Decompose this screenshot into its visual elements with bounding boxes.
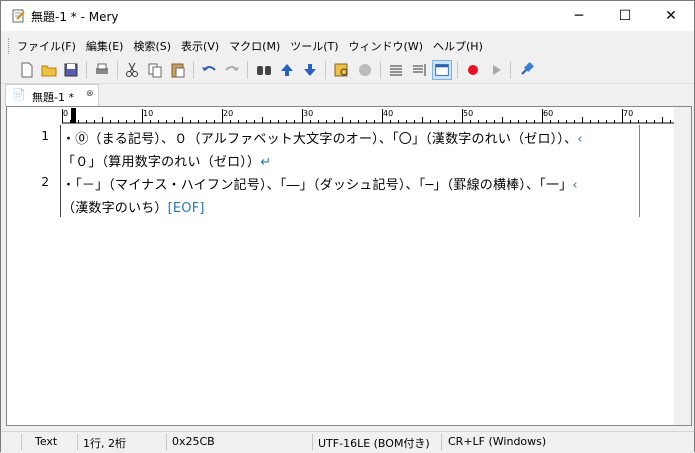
notepad-icon <box>12 9 25 23</box>
editor[interactable]: 0 10 20 30 40 50 60 70 1 2 ・⓪（まる記号）、０（アル… <box>6 106 692 426</box>
pin-icon[interactable] <box>516 60 536 80</box>
minimize-button[interactable]: ─ <box>556 1 602 31</box>
toolbar-separator <box>86 61 87 79</box>
newline-mark: ↵ <box>260 155 272 170</box>
menu-item[interactable]: 表示(V) <box>181 38 219 54</box>
status-separator <box>312 434 313 450</box>
print-icon[interactable] <box>92 60 112 80</box>
undo-icon[interactable] <box>199 60 219 80</box>
new-file-icon[interactable] <box>17 60 37 80</box>
toolbar-separator <box>325 61 326 79</box>
status-bar: Text 1行, 2桁 0x25CB UTF-16LE (BOM付き) CR+L… <box>1 431 694 453</box>
line-number: 2 <box>41 175 49 189</box>
status-separator <box>166 434 167 450</box>
toolbar-separator <box>117 61 118 79</box>
status-position[interactable]: 1行, 2桁 <box>83 435 126 451</box>
disabled-circle-icon[interactable] <box>355 60 375 80</box>
menu-item[interactable]: ファイル(F) <box>17 38 76 54</box>
toolbar-separator <box>510 61 511 79</box>
close-button[interactable]: ✕ <box>648 1 694 31</box>
find-up-icon[interactable] <box>277 60 297 80</box>
window-title: 無題-1 * - Mery <box>31 10 119 24</box>
menu-items: ファイル(F) 編集(E) 検索(S) 表示(V) マクロ(M) ツール(T) ウィンドウ(… <box>17 38 493 54</box>
title-bar: 無題-1 * - Mery ─ ☐ ✕ <box>1 1 694 31</box>
wrap-mark: ‹ <box>572 178 578 193</box>
wrap-guide <box>639 125 640 217</box>
ruler-label: 50 <box>463 109 474 118</box>
status-separator <box>21 434 22 450</box>
toolbar-separator <box>457 61 458 79</box>
toolbar-separator <box>380 61 381 79</box>
toolbar-separator <box>247 61 248 79</box>
save-icon[interactable] <box>61 60 81 80</box>
tab-bar: 📄 無題-1 * ⊗ <box>1 84 694 106</box>
ruler-label: 70 <box>623 109 634 118</box>
status-encoding[interactable]: UTF-16LE (BOM付き) <box>318 435 430 451</box>
text-line[interactable]: 「０」（算用数字のれい（ゼロ））↵ <box>62 151 271 170</box>
tab-close-icon[interactable]: ⊗ <box>86 89 94 99</box>
record-icon[interactable] <box>463 60 483 80</box>
toolbar <box>1 57 694 84</box>
status-separator <box>77 434 78 450</box>
text-line[interactable]: ・「－」（マイナス・ハイフン記号）、「―」（ダッシュ記号）、「─」（罫線の横棒）… <box>62 174 578 193</box>
menu-item[interactable]: 編集(E) <box>86 38 124 54</box>
ruler: 0 10 20 30 40 50 60 70 <box>62 108 677 124</box>
gutter-divider <box>60 125 61 217</box>
cut-icon[interactable] <box>122 60 142 80</box>
text-line[interactable]: ・⓪（まる記号）、０（アルファベット大文字のオー）、「〇」（漢数字のれい（ゼロ）… <box>62 128 583 147</box>
status-separator <box>441 434 442 450</box>
app-window: 無題-1 * - Mery ─ ☐ ✕ ファイル(F) 編集(E) 検索(S) 表示(… <box>0 0 695 453</box>
copy-icon[interactable] <box>145 60 165 80</box>
toolbar-separator <box>193 61 194 79</box>
ruler-label: 0 <box>63 109 69 118</box>
status-mode[interactable]: Text <box>35 435 57 448</box>
ruler-label: 30 <box>303 109 314 118</box>
window-icon[interactable] <box>432 60 452 80</box>
maximize-button[interactable]: ☐ <box>602 1 648 31</box>
tab-label: 無題-1 * <box>32 91 74 104</box>
list-icon[interactable] <box>386 60 406 80</box>
menu-item[interactable]: 検索(S) <box>133 38 171 54</box>
find-icon[interactable] <box>254 60 274 80</box>
ruler-label: 40 <box>383 109 394 118</box>
find-down-icon[interactable] <box>300 60 320 80</box>
ruler-label: 20 <box>223 109 234 118</box>
paste-icon[interactable] <box>168 60 188 80</box>
menu-item[interactable]: ヘルプ(H) <box>433 38 483 54</box>
redo-icon[interactable] <box>222 60 242 80</box>
play-icon[interactable] <box>486 60 506 80</box>
wrap-mark: ‹ <box>577 132 583 147</box>
text-line[interactable]: （漢数字のいち）[EOF] <box>62 197 205 216</box>
vertical-scrollbar[interactable] <box>674 107 691 425</box>
ruler-label: 10 <box>143 109 154 118</box>
menu-item[interactable]: ウィンドウ(W) <box>349 38 423 54</box>
document-icon: 📄 <box>12 88 26 101</box>
menu-item[interactable]: マクロ(M) <box>229 38 280 54</box>
ruler-label: 60 <box>543 109 554 118</box>
mark-icon[interactable] <box>332 60 352 80</box>
ruler-ticks <box>62 108 677 124</box>
menu-bar: ファイル(F) 編集(E) 検索(S) 表示(V) マクロ(M) ツール(T) ウィンドウ(… <box>1 34 694 56</box>
eof-mark: [EOF] <box>167 201 205 216</box>
open-folder-icon[interactable] <box>39 60 59 80</box>
tab-untitled-1[interactable]: 📄 無題-1 * ⊗ <box>5 84 99 106</box>
wrap-icon[interactable] <box>409 60 429 80</box>
status-char-code[interactable]: 0x25CB <box>172 435 215 448</box>
menu-grip <box>8 38 12 54</box>
menu-item[interactable]: ツール(T) <box>290 38 338 54</box>
line-number: 1 <box>41 129 49 143</box>
status-line-ending[interactable]: CR+LF (Windows) <box>448 435 546 448</box>
